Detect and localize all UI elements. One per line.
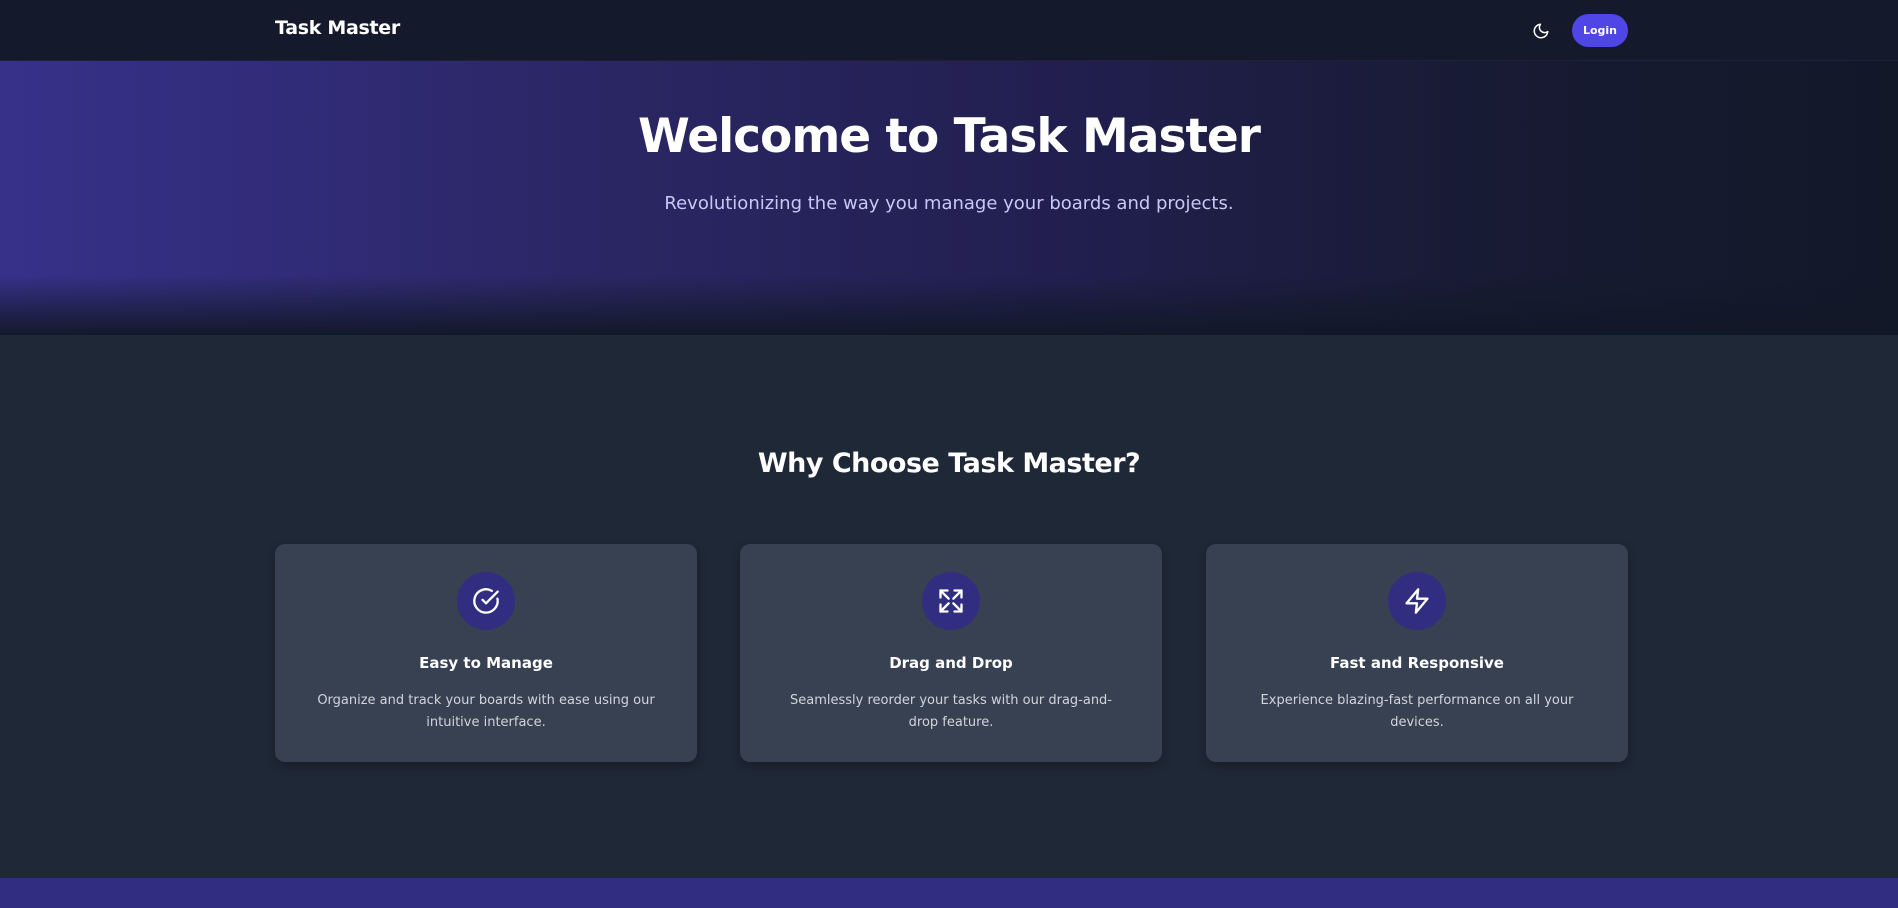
top-navbar: Task Master Login [0,0,1898,61]
feature-card-description: Seamlessly reorder your tasks with our d… [790,693,1112,730]
expand-arrows-icon [939,589,963,613]
feature-card-description: Experience blazing-fast performance on a… [1260,693,1574,730]
hero-subtitle: Revolutionizing the way you manage your … [664,193,1234,214]
features-section: Why Choose Task Master? Easy to Manage O… [0,335,1898,878]
feature-card-title: Drag and Drop [889,654,1013,672]
feature-icon-circle [457,572,515,630]
footer-bar [0,878,1898,908]
feature-card-drag-and-drop: Drag and Drop Seamlessly reorder your ta… [740,544,1162,762]
feature-card-title: Easy to Manage [419,654,553,672]
hero-title: Welcome to Task Master [638,109,1261,164]
feature-icon-circle [1388,572,1446,630]
feature-icon-circle [922,572,980,630]
feature-card-fast-and-responsive: Fast and Responsive Experience blazing-f… [1206,544,1628,762]
check-circle-icon [473,588,499,614]
login-button[interactable]: Login [1572,14,1628,47]
features-title: Why Choose Task Master? [757,448,1141,479]
hero-bottom-fade [0,275,1898,335]
hero-section: Welcome to Task Master Revolutionizing t… [0,61,1898,335]
brand-logo-text[interactable]: Task Master [275,17,400,39]
feature-card-title: Fast and Responsive [1330,654,1504,672]
feature-card-easy-to-manage: Easy to Manage Organize and track your b… [275,544,697,762]
lightning-icon [1405,588,1429,614]
moon-icon [1533,23,1549,39]
theme-toggle-button[interactable] [1529,19,1553,43]
feature-card-description: Organize and track your boards with ease… [317,693,655,730]
